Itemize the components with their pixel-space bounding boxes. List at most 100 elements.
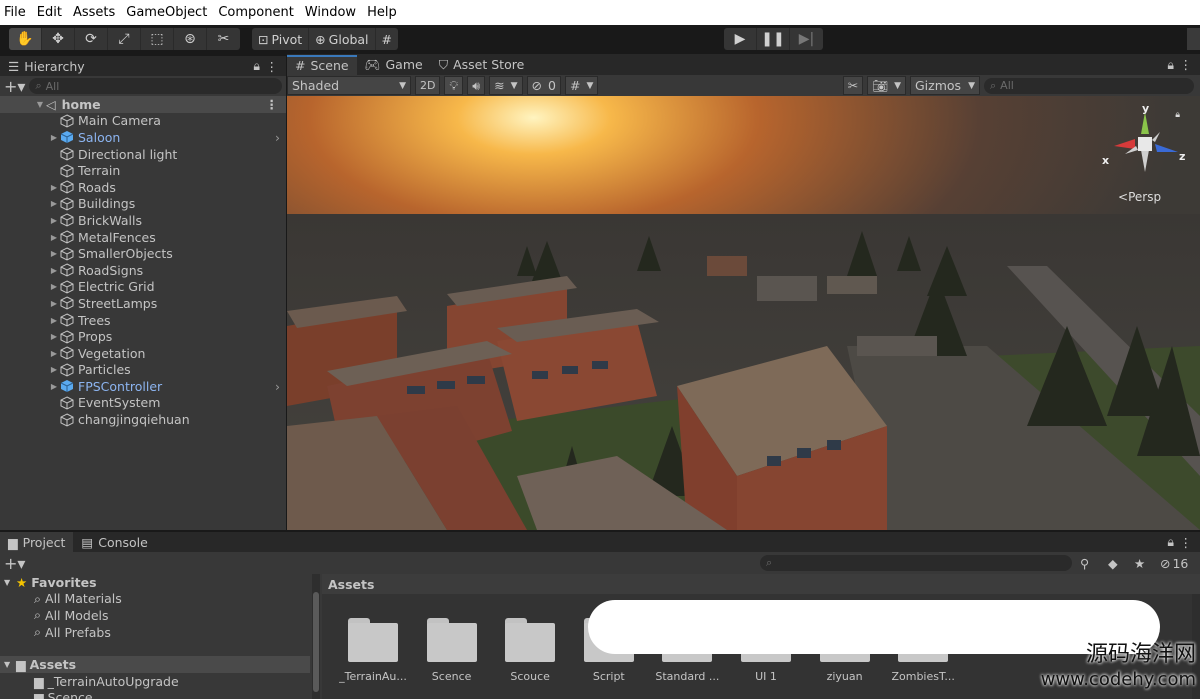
gizmos-dropdown[interactable]: Gizmos ▼ (910, 76, 980, 95)
asset-folder-item[interactable]: ▆ _TerrainAutoUpgrade (0, 673, 310, 690)
hand-tool-button[interactable]: ✋ (9, 28, 42, 50)
scene-menu-icon[interactable]: ⋮ (266, 97, 279, 112)
create-plus-icon[interactable]: +▾ (4, 77, 25, 96)
star-icon[interactable]: ★ (1134, 556, 1145, 571)
expand-arrow-icon[interactable]: ▶ (48, 199, 60, 208)
filter-by-type-icon[interactable]: ⚲ (1080, 556, 1089, 571)
tab-asset-store[interactable]: ⛉ Asset Store (431, 55, 533, 75)
project-search-input[interactable]: ⌕ (760, 555, 1072, 571)
hierarchy-item[interactable]: ▶ StreetLamps (0, 295, 286, 312)
expand-arrow-icon[interactable]: ▼ (34, 100, 46, 109)
asset-folder[interactable]: _TerrainAu... (333, 618, 413, 683)
lock-icon[interactable]: 🔒︎ (1167, 534, 1174, 550)
lock-icon[interactable]: 🔒︎ (253, 58, 260, 74)
sidebar-scrollbar[interactable] (312, 574, 320, 699)
expand-arrow-icon[interactable]: ▶ (48, 282, 60, 291)
tab-scene[interactable]: # Scene (287, 54, 357, 75)
hierarchy-item[interactable]: ▶ MetalFences (0, 229, 286, 246)
scene-viewport[interactable]: y x z 🔒︎ <Persp (287, 96, 1200, 530)
expand-arrow-icon[interactable]: ▶ (48, 332, 60, 341)
scene-search-input[interactable]: ⌕ All (984, 77, 1194, 94)
snap-toggle[interactable]: # (376, 28, 398, 50)
kebab-menu-icon[interactable]: ⋮ (266, 59, 279, 74)
favorite-item[interactable]: ⌕ All Prefabs (0, 624, 310, 641)
breadcrumb-assets[interactable]: Assets (328, 577, 374, 592)
expand-arrow-icon[interactable]: ▶ (48, 382, 60, 391)
hierarchy-item[interactable]: changjingqiehuan (0, 411, 286, 428)
menu-item-edit[interactable]: Edit (37, 5, 62, 20)
rect-tool-button[interactable]: ⬚ (141, 28, 174, 50)
expand-arrow-icon[interactable]: ▶ (48, 365, 60, 374)
expand-arrow-icon[interactable]: ▶ (48, 349, 60, 358)
expand-arrow-icon[interactable]: ▶ (48, 266, 60, 275)
lock-icon[interactable]: 🔒︎ (1175, 110, 1180, 120)
menu-item-file[interactable]: File (4, 5, 26, 20)
effects-dropdown[interactable]: ≋ ▼ (489, 76, 523, 95)
tools-toggle[interactable]: ✂ (842, 76, 864, 95)
hierarchy-item[interactable]: ▶ Vegetation (0, 345, 286, 362)
projection-toggle[interactable]: <Persp (1118, 190, 1161, 204)
hierarchy-item[interactable]: ▶ Trees (0, 312, 286, 329)
hierarchy-item[interactable]: ▶ FPSController › (0, 378, 286, 395)
play-button[interactable]: ▶ (724, 28, 757, 50)
hierarchy-item[interactable]: Directional light (0, 146, 286, 163)
draw-mode-dropdown[interactable]: Shaded ▼ (287, 76, 411, 95)
hierarchy-item[interactable]: Main Camera (0, 113, 286, 130)
menu-item-gameobject[interactable]: GameObject (126, 5, 207, 20)
camera-dropdown[interactable]: 📷︎ ▼ (867, 76, 906, 95)
hidden-packages-toggle[interactable]: ⊘ 16 (1160, 556, 1188, 571)
account-button[interactable] (1187, 28, 1200, 50)
expand-arrow-icon[interactable]: ▶ (48, 233, 60, 242)
tab-console[interactable]: ▤ Console (73, 532, 155, 552)
favorites-header[interactable]: ▼ ★ Favorites (0, 574, 310, 591)
tab-hierarchy[interactable]: ☰ Hierarchy (0, 56, 93, 76)
orientation-gizmo[interactable]: y x z 🔒︎ <Persp (1100, 102, 1190, 222)
chevron-right-icon[interactable]: › (275, 130, 280, 145)
scale-tool-button[interactable]: ⤢ (108, 28, 141, 50)
hierarchy-item[interactable]: ▶ Saloon › (0, 129, 286, 146)
hierarchy-item[interactable]: ▶ SmallerObjects (0, 245, 286, 262)
label-icon[interactable]: ◆ (1108, 556, 1118, 571)
favorite-item[interactable]: ⌕ All Models (0, 607, 310, 624)
kebab-menu-icon[interactable]: ⋮ (1180, 535, 1193, 550)
lighting-toggle[interactable]: 💡︎ (444, 76, 464, 95)
tab-game[interactable]: 🎮︎ Game (357, 55, 431, 75)
hierarchy-item[interactable]: ▶ Roads (0, 179, 286, 196)
asset-folder[interactable]: Scouce (490, 618, 570, 683)
menu-item-help[interactable]: Help (367, 5, 397, 20)
expand-arrow-icon[interactable]: ▶ (48, 183, 60, 192)
2d-toggle[interactable]: 2D (415, 76, 441, 95)
hierarchy-item[interactable]: ▶ RoadSigns (0, 262, 286, 279)
menu-item-assets[interactable]: Assets (73, 5, 115, 20)
rotate-tool-button[interactable]: ⟳ (75, 28, 108, 50)
pause-button[interactable]: ❚❚ (757, 28, 790, 50)
grid-dropdown[interactable]: # ▼ (564, 76, 599, 95)
hidden-objects-toggle[interactable]: ⊘ 0 (526, 76, 561, 95)
scene-row[interactable]: ▼ ◁ home ⋮ (0, 96, 286, 113)
expand-arrow-icon[interactable]: ▼ (4, 660, 16, 669)
expand-arrow-icon[interactable]: ▼ (4, 578, 16, 587)
hierarchy-item[interactable]: EventSystem (0, 395, 286, 412)
global-toggle[interactable]: ⊕ Global (309, 28, 376, 50)
hierarchy-search-input[interactable]: ⌕ All (29, 78, 282, 94)
pivot-toggle[interactable]: ⊡ Pivot (252, 28, 310, 50)
lock-icon[interactable]: 🔒︎ (1167, 57, 1174, 73)
expand-arrow-icon[interactable]: ▶ (48, 316, 60, 325)
hierarchy-item[interactable]: ▶ Electric Grid (0, 279, 286, 296)
menu-item-window[interactable]: Window (305, 5, 356, 20)
chevron-right-icon[interactable]: › (275, 379, 280, 394)
hierarchy-item[interactable]: ▶ Buildings (0, 196, 286, 213)
create-plus-icon[interactable]: +▾ (4, 554, 25, 573)
expand-arrow-icon[interactable]: ▶ (48, 249, 60, 258)
expand-arrow-icon[interactable]: ▶ (48, 133, 60, 142)
expand-arrow-icon[interactable]: ▶ (48, 216, 60, 225)
audio-toggle[interactable]: 🔊︎ (467, 76, 486, 95)
custom-tool-button[interactable]: ✂ (207, 28, 240, 50)
step-button[interactable]: ▶| (790, 28, 823, 50)
transform-tool-button[interactable]: ⊛ (174, 28, 207, 50)
asset-folder[interactable]: Scence (412, 618, 492, 683)
expand-arrow-icon[interactable]: ▶ (48, 299, 60, 308)
assets-header[interactable]: ▼ ▆ Assets (0, 656, 310, 673)
hierarchy-item[interactable]: Terrain (0, 162, 286, 179)
move-tool-button[interactable]: ✥ (42, 28, 75, 50)
